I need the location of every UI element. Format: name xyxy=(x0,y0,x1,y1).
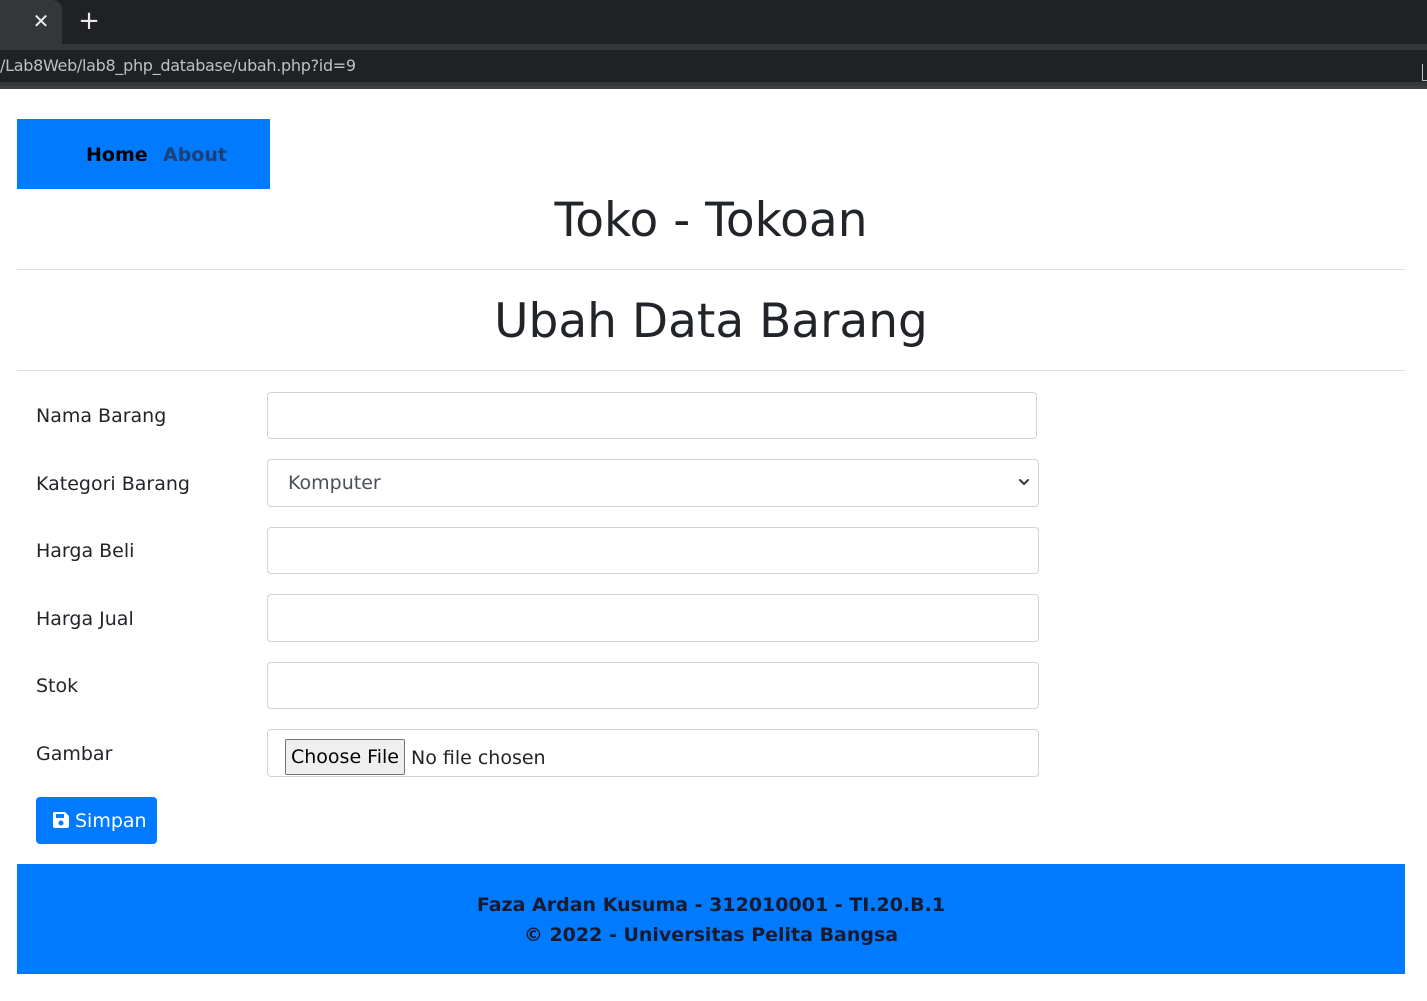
divider xyxy=(17,370,1405,371)
site-title: Toko - Tokoan xyxy=(554,193,868,248)
choose-file-button[interactable]: Choose File xyxy=(285,739,405,775)
nama-barang-label: Nama Barang xyxy=(36,405,167,427)
file-status-text: No file chosen xyxy=(411,747,546,769)
url-field[interactable]: /Lab8Web/lab8_php_database/ubah.php?id=9 xyxy=(0,50,1427,82)
simpan-button[interactable]: Simpan xyxy=(36,797,157,844)
page-title: Ubah Data Barang xyxy=(494,294,928,349)
kategori-barang-select[interactable]: Komputer xyxy=(267,459,1039,507)
chevron-down-icon xyxy=(1019,479,1029,485)
divider xyxy=(17,269,1405,270)
harga-jual-input[interactable] xyxy=(267,594,1039,642)
nama-barang-input[interactable] xyxy=(267,392,1037,439)
footer: Faza Ardan Kusuma - 312010001 - TI.20.B.… xyxy=(17,864,1405,974)
harga-beli-input[interactable] xyxy=(267,527,1039,574)
footer-author: Faza Ardan Kusuma - 312010001 - TI.20.B.… xyxy=(476,894,946,916)
harga-jual-label: Harga Jual xyxy=(36,608,134,630)
nav-link-home[interactable]: Home xyxy=(86,143,148,167)
kategori-barang-label: Kategori Barang xyxy=(36,473,190,495)
gambar-label: Gambar xyxy=(36,743,113,765)
save-icon xyxy=(52,812,69,828)
gambar-file-input[interactable]: Choose File No file chosen xyxy=(267,729,1039,777)
harga-beli-label: Harga Beli xyxy=(36,540,135,562)
stok-label: Stok xyxy=(36,675,79,697)
nav-link-about[interactable]: About xyxy=(163,143,227,167)
url-text: /Lab8Web/lab8_php_database/ubah.php?id=9 xyxy=(0,56,356,75)
close-tab-icon[interactable]: ✕ xyxy=(30,10,52,32)
new-tab-icon[interactable]: + xyxy=(77,8,101,34)
chrome-divider xyxy=(0,86,1427,89)
browser-tab-bar: ✕ + xyxy=(0,0,1427,44)
navbar: Home About xyxy=(17,119,270,189)
footer-copyright: © 2022 - Universitas Pelita Bangsa xyxy=(523,924,899,946)
simpan-button-label: Simpan xyxy=(75,810,147,832)
url-edge-icon xyxy=(1422,64,1427,81)
browser-address-bar: /Lab8Web/lab8_php_database/ubah.php?id=9 xyxy=(0,44,1427,86)
stok-input[interactable] xyxy=(267,662,1039,709)
browser-active-tab[interactable]: ✕ xyxy=(0,0,62,44)
